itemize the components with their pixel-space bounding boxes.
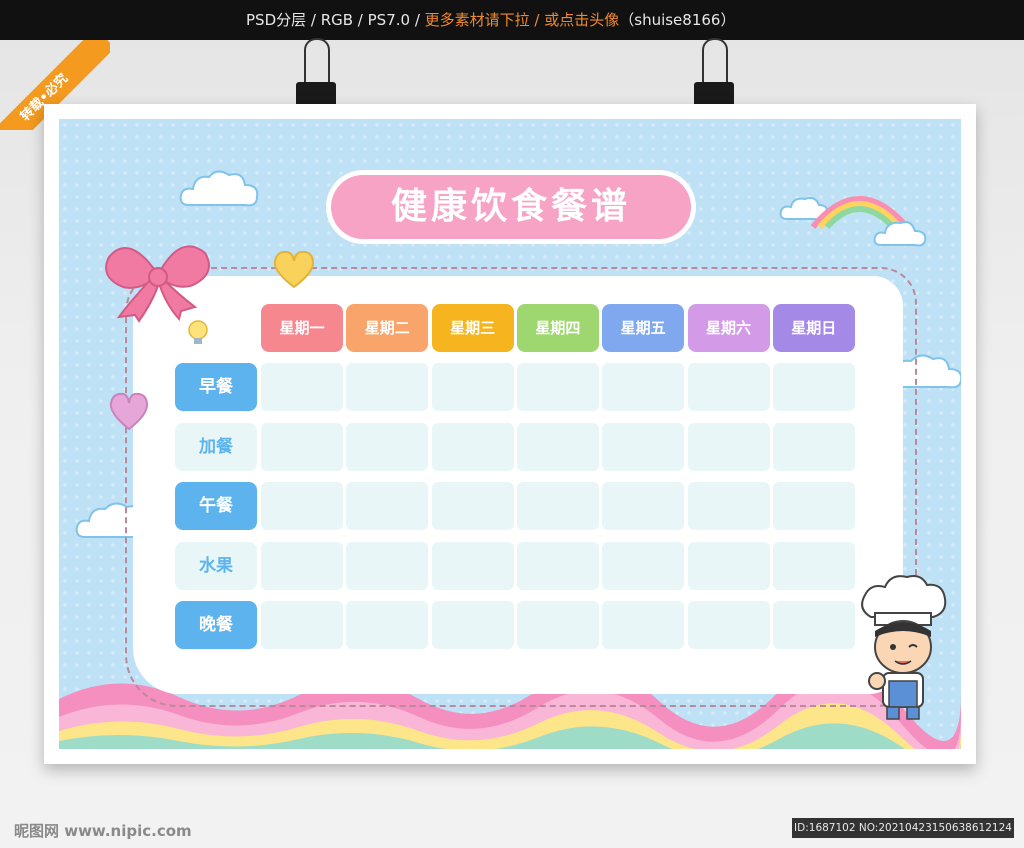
- day-header: 星期日: [772, 304, 855, 352]
- chef-icon: [861, 575, 947, 720]
- file-info-main: PSD分层 / RGB / PS7.0 /: [246, 11, 425, 29]
- page-title: 健康饮食餐谱: [390, 186, 631, 227]
- menu-cell[interactable]: [261, 601, 343, 649]
- site-logo[interactable]: 昵图网 www.nipic.com: [14, 820, 192, 841]
- menu-cell[interactable]: [687, 482, 770, 530]
- cloud-icon: [873, 221, 927, 247]
- menu-cell[interactable]: [516, 363, 599, 411]
- day-header: 星期五: [602, 304, 685, 352]
- menu-cell[interactable]: [431, 541, 514, 590]
- menu-cell[interactable]: [602, 541, 685, 590]
- menu-cell[interactable]: [772, 541, 855, 590]
- menu-cell[interactable]: [431, 363, 514, 411]
- menu-cell[interactable]: [431, 482, 514, 530]
- menu-cell[interactable]: [346, 601, 429, 649]
- image-id-label: ID:1687102 NO:20210423150638612124: [792, 818, 1014, 838]
- menu-cell[interactable]: [261, 422, 343, 471]
- meal-label: 加餐: [175, 422, 257, 471]
- menu-cell[interactable]: [261, 482, 343, 530]
- menu-cell[interactable]: [602, 601, 685, 649]
- menu-cell[interactable]: [687, 363, 770, 411]
- menu-cell[interactable]: [346, 422, 429, 471]
- meal-label: 午餐: [175, 482, 257, 530]
- menu-cell[interactable]: [772, 363, 855, 411]
- menu-cell[interactable]: [261, 541, 343, 590]
- file-info-text: PSD分层 / RGB / PS7.0 / 更多素材请下拉 / 或点击头像（sh…: [246, 9, 735, 30]
- menu-cell[interactable]: [431, 422, 514, 471]
- cloud-icon: [179, 170, 259, 207]
- menu-cell[interactable]: [516, 601, 599, 649]
- menu-cell[interactable]: [431, 601, 514, 649]
- file-info-highlight[interactable]: 更多素材请下拉 / 或点击头像: [425, 11, 620, 29]
- menu-cell[interactable]: [261, 363, 343, 411]
- day-header: 星期一: [261, 304, 343, 352]
- menu-cell[interactable]: [687, 422, 770, 471]
- menu-cell[interactable]: [687, 601, 770, 649]
- file-info-tail: （shuise8166）: [619, 11, 736, 29]
- day-header: 星期三: [431, 304, 514, 352]
- menu-cell[interactable]: [516, 422, 599, 471]
- day-header: 星期四: [516, 304, 599, 352]
- bow-icon: [105, 245, 210, 323]
- heart-icon: [273, 250, 315, 289]
- menu-cell[interactable]: [687, 541, 770, 590]
- day-header: 星期二: [346, 304, 429, 352]
- menu-cell[interactable]: [346, 541, 429, 590]
- heart-icon: [109, 392, 149, 431]
- poster-artwork: 健康饮食餐谱 星期一 星期二 星期三 星期四 星期五 星期六 星期日 早餐 加餐…: [59, 119, 961, 749]
- menu-cell[interactable]: [772, 601, 855, 649]
- meal-label: 早餐: [175, 363, 257, 411]
- lightbulb-icon: [188, 320, 208, 344]
- menu-cell[interactable]: [602, 422, 685, 471]
- meal-label: 晚餐: [175, 601, 257, 649]
- day-header: 星期六: [687, 304, 770, 352]
- menu-cell[interactable]: [516, 541, 599, 590]
- menu-cell[interactable]: [602, 482, 685, 530]
- menu-cell[interactable]: [346, 482, 429, 530]
- top-info-bar: PSD分层 / RGB / PS7.0 / 更多素材请下拉 / 或点击头像（sh…: [0, 0, 1024, 40]
- menu-cell[interactable]: [602, 363, 685, 411]
- menu-cell[interactable]: [772, 482, 855, 530]
- meal-label: 水果: [175, 541, 257, 590]
- menu-cell[interactable]: [516, 482, 599, 530]
- menu-cell[interactable]: [346, 363, 429, 411]
- menu-cell[interactable]: [772, 422, 855, 471]
- poster: 健康饮食餐谱 星期一 星期二 星期三 星期四 星期五 星期六 星期日 早餐 加餐…: [44, 104, 976, 764]
